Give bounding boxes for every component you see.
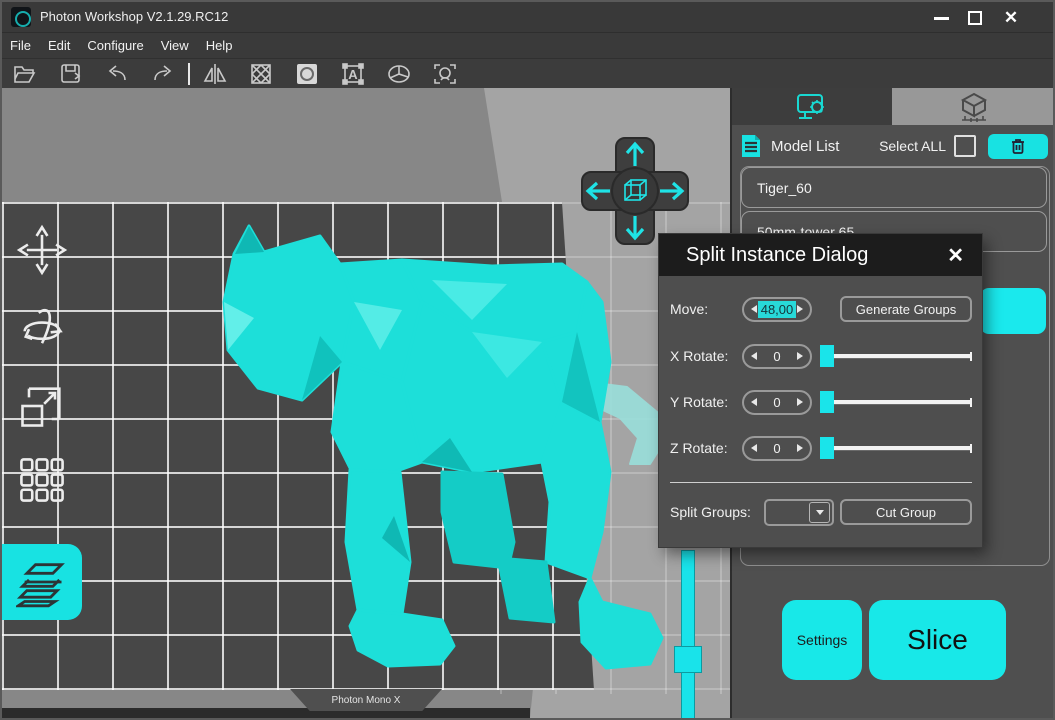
- move-tool-button[interactable]: [14, 222, 70, 278]
- viewport-3d[interactable]: Photon Mono X: [2, 88, 730, 718]
- spin-right-icon[interactable]: [797, 352, 803, 360]
- y-rotate-slider[interactable]: [820, 391, 972, 413]
- printer-name-label: Photon Mono X: [332, 695, 401, 706]
- menu-configure[interactable]: Configure: [87, 38, 143, 53]
- dropdown-caret-button[interactable]: [809, 502, 830, 523]
- printer-name-tab: Photon Mono X: [290, 689, 442, 711]
- tab-model-settings[interactable]: [732, 88, 892, 125]
- y-rotate-label: Y Rotate:: [670, 394, 742, 410]
- y-rotate-spinner[interactable]: 0: [742, 390, 812, 415]
- x-rotate-slider[interactable]: [820, 345, 972, 367]
- array-tool-button[interactable]: [14, 452, 70, 508]
- z-rotate-label: Z Rotate:: [670, 440, 742, 456]
- dialog-header[interactable]: Split Instance Dialog ✕: [659, 234, 982, 276]
- menu-view[interactable]: View: [161, 38, 189, 53]
- spin-right-icon[interactable]: [797, 444, 803, 452]
- viewport-bottom-strip: [2, 708, 530, 718]
- spin-right-icon[interactable]: [797, 398, 803, 406]
- minimize-button[interactable]: [926, 10, 956, 26]
- split-groups-label: Split Groups:: [670, 504, 764, 520]
- toolbar-separator: [188, 63, 190, 85]
- model-list-doc-icon: [740, 133, 762, 159]
- model-list-item-tiger[interactable]: Tiger_60: [741, 167, 1047, 208]
- x-rotate-label: X Rotate:: [670, 348, 742, 364]
- spin-left-icon[interactable]: [751, 398, 757, 406]
- move-label: Move:: [670, 301, 742, 317]
- layers-tool-button-active[interactable]: [2, 544, 82, 620]
- z-rotate-slider-handle[interactable]: [820, 437, 834, 459]
- maximize-button[interactable]: [960, 10, 990, 26]
- y-rotate-slider-handle[interactable]: [820, 391, 834, 413]
- punch-hole-icon[interactable]: [284, 60, 330, 88]
- z-rotate-spinner[interactable]: 0: [742, 436, 812, 461]
- cut-group-button[interactable]: Cut Group: [840, 499, 972, 525]
- move-value[interactable]: 48,00: [758, 301, 797, 318]
- x-rotate-row: X Rotate: 0: [659, 342, 982, 370]
- redo-icon[interactable]: [140, 60, 186, 88]
- delete-button[interactable]: [988, 134, 1048, 159]
- split-model-icon[interactable]: [376, 60, 422, 88]
- menu-bar: File Edit Configure View Help: [2, 33, 1055, 59]
- model-list-header: Model List Select ALL: [740, 132, 1048, 160]
- toolbar: A: [2, 59, 1053, 89]
- layer-slider-track[interactable]: [681, 550, 695, 718]
- select-all-label: Select ALL: [879, 138, 946, 154]
- close-button[interactable]: ✕: [996, 10, 1026, 26]
- z-rotate-slider[interactable]: [820, 437, 972, 459]
- app-logo-icon: [11, 7, 31, 27]
- nav-cube-circle: [612, 168, 658, 214]
- model-list-title: Model List: [771, 138, 839, 155]
- select-all-checkbox[interactable]: [954, 135, 976, 157]
- view-nav-cross[interactable]: [580, 136, 690, 246]
- y-rotate-row: Y Rotate: 0: [659, 388, 982, 416]
- split-groups-dropdown[interactable]: [764, 499, 834, 526]
- slice-button[interactable]: Slice: [869, 600, 1006, 680]
- undo-icon[interactable]: [94, 60, 140, 88]
- rotate-tool-button[interactable]: [14, 300, 70, 356]
- app-window: Photon Workshop V2.1.29.RC12 ✕ File Edit…: [0, 0, 1055, 720]
- monitor-gear-icon: [795, 92, 829, 122]
- menu-help[interactable]: Help: [206, 38, 233, 53]
- text-icon[interactable]: A: [330, 60, 376, 88]
- z-rotate-row: Z Rotate: 0: [659, 434, 982, 462]
- dialog-close-icon[interactable]: ✕: [947, 243, 964, 268]
- spin-left-icon[interactable]: [751, 444, 757, 452]
- x-rotate-spinner[interactable]: 0: [742, 344, 812, 369]
- move-row: Move: 48,00 Generate Groups: [659, 295, 982, 323]
- generate-groups-button[interactable]: Generate Groups: [840, 296, 972, 322]
- window-title: Photon Workshop V2.1.29.RC12: [40, 9, 228, 24]
- x-rotate-slider-handle[interactable]: [820, 345, 834, 367]
- title-bar: Photon Workshop V2.1.29.RC12 ✕: [2, 2, 1053, 33]
- model-item-label: Tiger_60: [757, 180, 812, 196]
- scale-tool-button[interactable]: [14, 378, 70, 434]
- open-folder-icon[interactable]: [2, 60, 48, 88]
- z-rotate-value[interactable]: 0: [773, 441, 780, 456]
- settings-button[interactable]: Settings: [782, 600, 862, 680]
- chevron-down-icon: [816, 510, 824, 515]
- mirror-icon[interactable]: [192, 60, 238, 88]
- tab-support[interactable]: [892, 88, 1055, 125]
- spin-left-icon[interactable]: [751, 305, 757, 313]
- dialog-separator: [670, 482, 972, 483]
- face-scan-icon[interactable]: [422, 60, 468, 88]
- spin-left-icon[interactable]: [751, 352, 757, 360]
- save-icon[interactable]: [48, 60, 94, 88]
- x-rotate-value[interactable]: 0: [773, 349, 780, 364]
- dialog-title: Split Instance Dialog: [686, 244, 868, 267]
- support-box-icon: [957, 92, 991, 122]
- split-groups-row: Split Groups: Cut Group: [659, 498, 982, 526]
- hollow-icon[interactable]: [238, 60, 284, 88]
- layer-slider-handle[interactable]: [674, 646, 702, 673]
- panel-accent-button[interactable]: [980, 288, 1046, 334]
- trash-icon: [1010, 138, 1026, 155]
- menu-edit[interactable]: Edit: [48, 38, 70, 53]
- split-instance-dialog: Split Instance Dialog ✕ Move: 48,00 Gene…: [659, 234, 982, 547]
- svg-text:A: A: [348, 67, 358, 82]
- y-rotate-value[interactable]: 0: [773, 395, 780, 410]
- move-spinner[interactable]: 48,00: [742, 297, 812, 322]
- spin-right-icon[interactable]: [797, 305, 803, 313]
- menu-file[interactable]: File: [10, 38, 31, 53]
